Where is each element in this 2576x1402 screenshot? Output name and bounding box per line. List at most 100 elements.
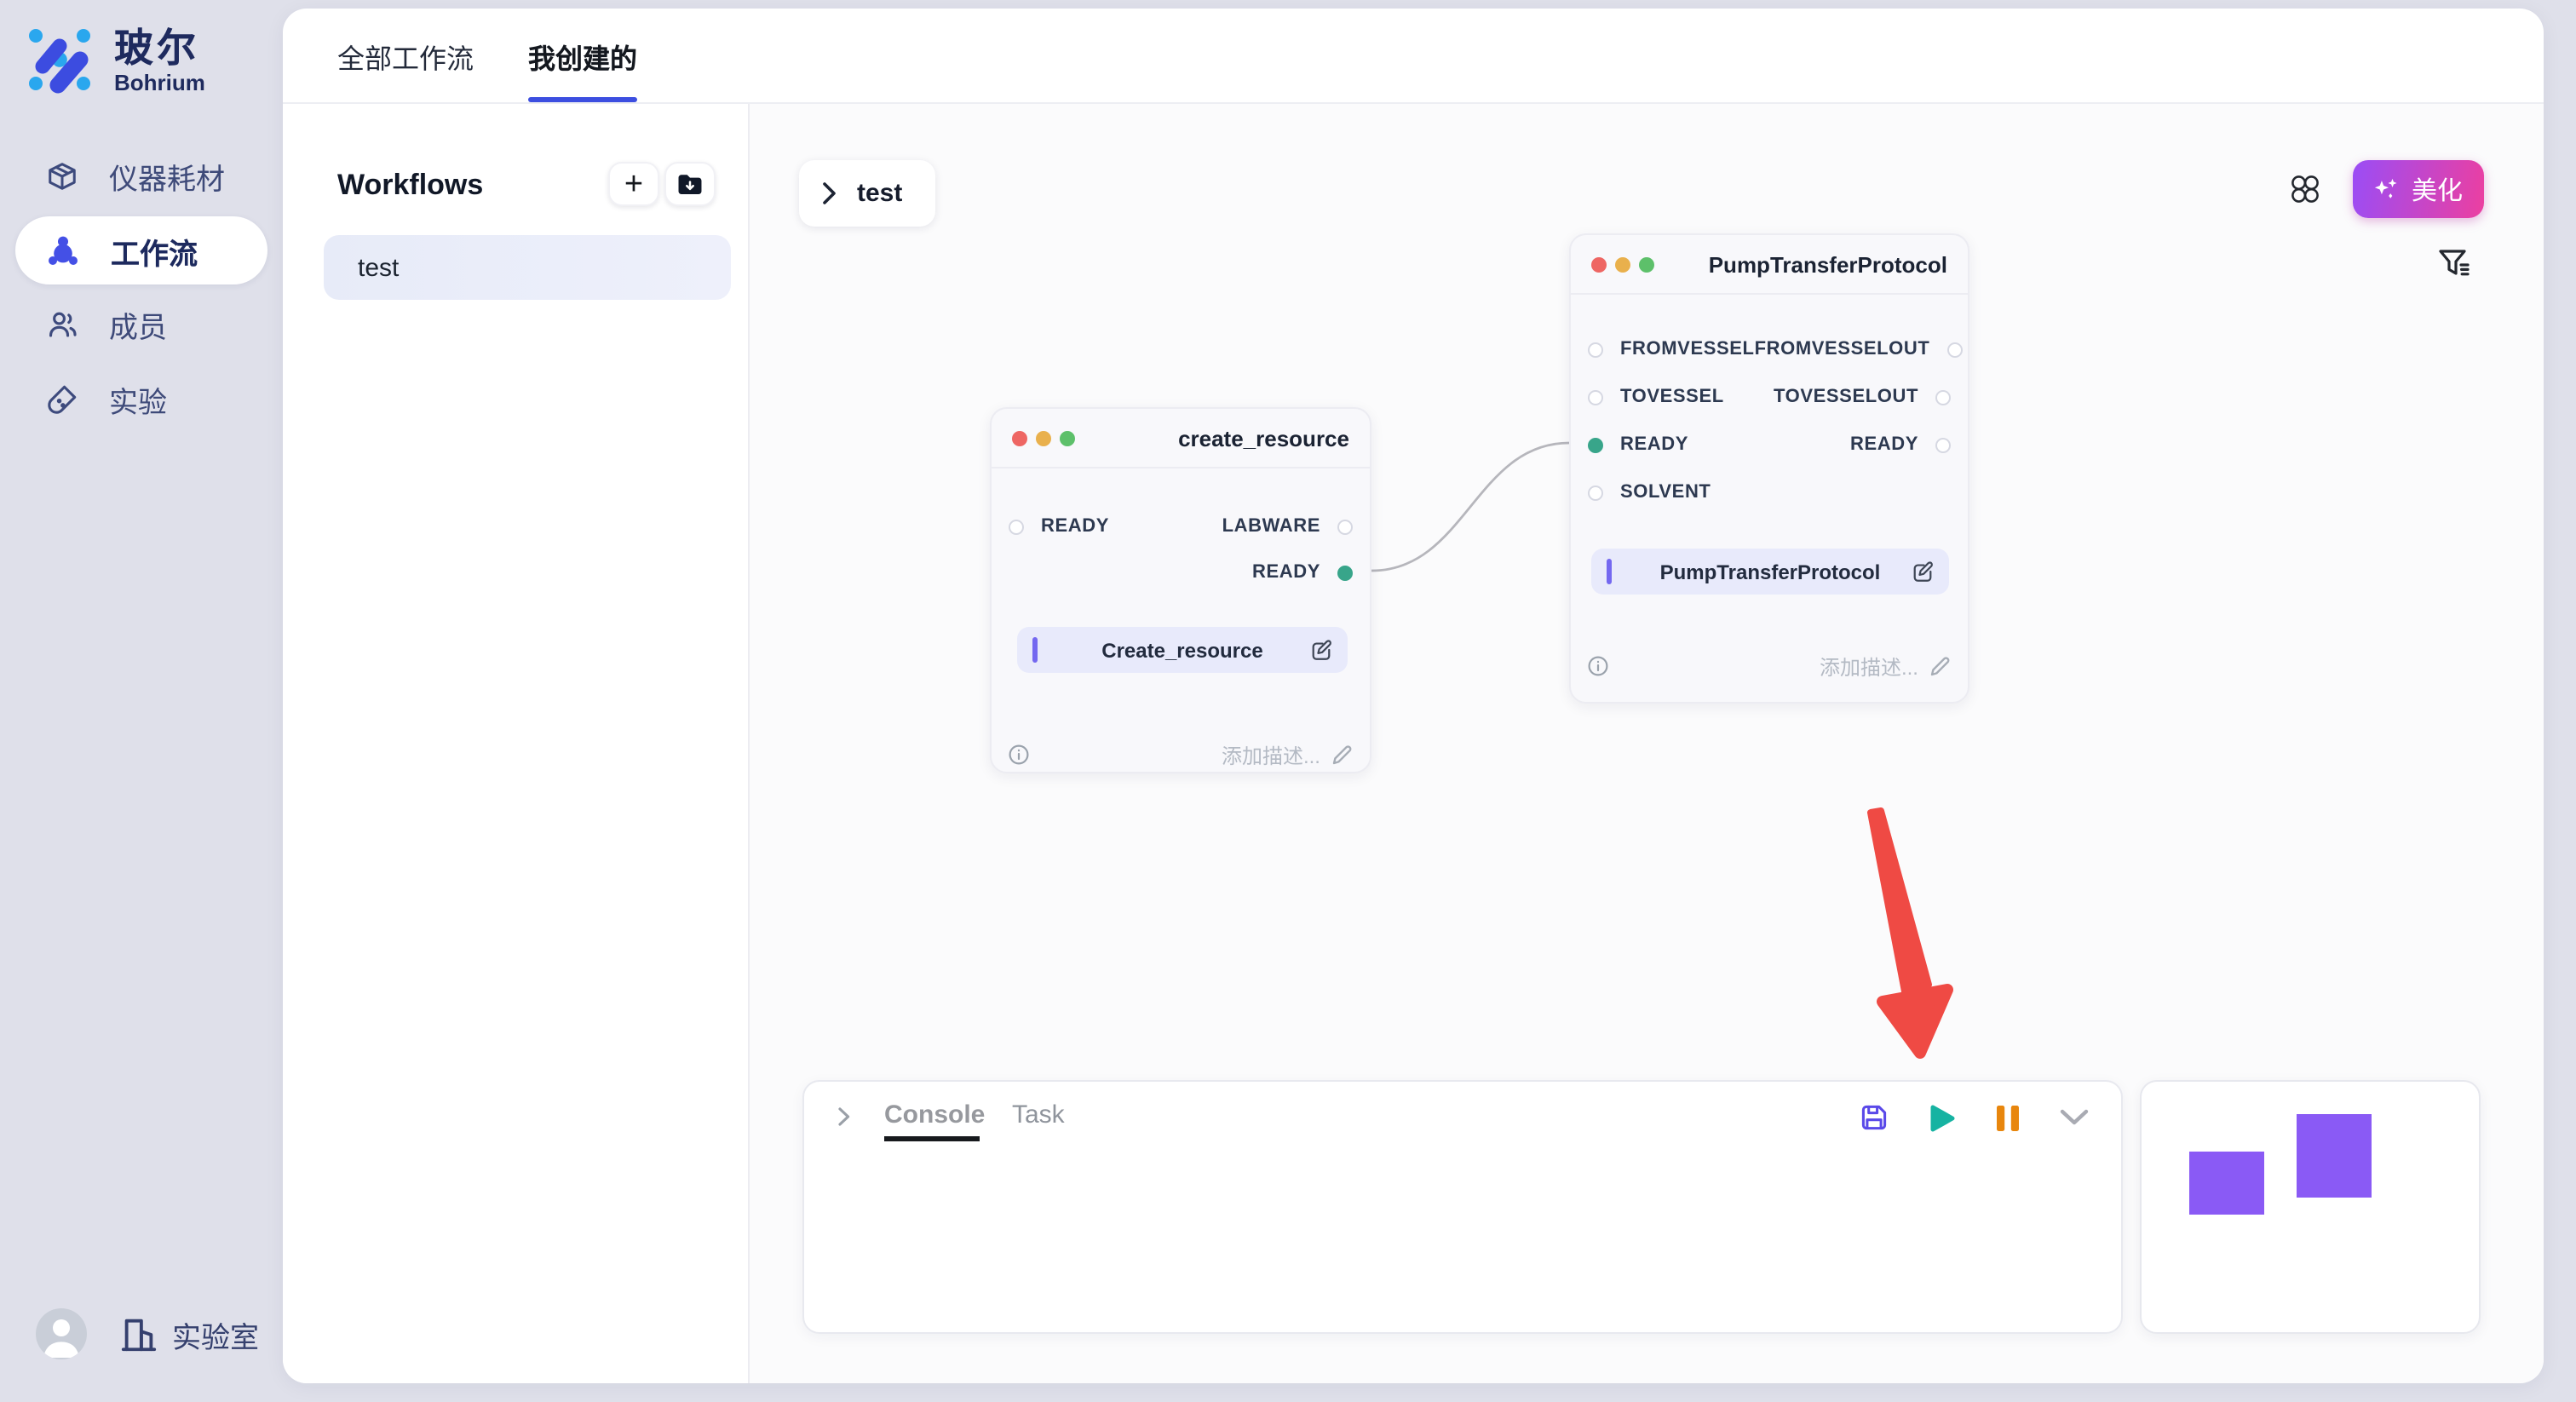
sidebar-item-label: 实验 [109,377,167,420]
beautify-button[interactable]: 美化 [2353,160,2484,218]
port-label: SOLVENT [1620,482,1711,503]
console-expand-toggle[interactable] [2060,1109,2089,1126]
edit-function-button[interactable] [1912,560,1934,583]
pencil-icon [1930,656,1951,676]
dot-yellow-icon [1036,430,1051,445]
port-label: FROMVESSEL [1620,339,1755,359]
main-panel: 全部工作流 我创建的 Workflows + test [283,9,2544,1383]
node-function-pill[interactable]: Create_resource [1017,627,1348,673]
port-label: FROMVESSELOUT [1755,339,1930,359]
text-caret [1607,559,1611,584]
edge-ready-connection [1371,443,1569,571]
input-port-ready[interactable] [1588,437,1603,452]
tab-console[interactable]: Console [884,1100,985,1129]
input-port-fromvessel[interactable] [1588,342,1603,357]
pause-icon [1995,1103,2021,1132]
dot-red-icon [1591,256,1607,272]
dot-yellow-icon [1615,256,1630,272]
building-icon [119,1314,158,1353]
sidebar: 玻尔 Bohrium 仪器耗材 工作流 [0,0,283,1402]
save-button[interactable] [1859,1102,1889,1133]
edit-function-button[interactable] [1310,639,1332,661]
chevron-right-icon [838,1107,850,1126]
filter-funnel-icon [2437,249,2470,279]
filter-button[interactable] [2429,240,2477,288]
breadcrumb[interactable]: test [799,160,935,227]
tab-all-workflows[interactable]: 全部工作流 [337,9,474,104]
sidebar-item-label: 工作流 [111,229,198,272]
pause-button[interactable] [1995,1103,2021,1132]
chevron-down-icon [2060,1109,2089,1126]
edit-description-button[interactable] [1332,744,1353,765]
console-tab-underline [884,1136,980,1141]
folder-download-icon [676,171,704,197]
console-collapse-button[interactable] [838,1107,850,1126]
workflow-list-title: Workflows [337,169,483,203]
input-port-ready[interactable] [1009,519,1024,534]
sidebar-item-experiments[interactable]: 实验 [15,365,267,433]
node-header: create_resource [992,409,1370,468]
function-name: Create_resource [1017,638,1348,662]
bohrium-logo-icon [26,26,94,94]
active-tab-underline [528,97,637,102]
save-icon [1859,1102,1889,1133]
play-icon [1929,1103,1956,1132]
traffic-dots [1591,256,1654,272]
port-label: TOVESSEL [1620,387,1724,407]
sidebar-item-members[interactable]: 成员 [15,290,267,358]
clover-icon [2290,174,2320,204]
edit-square-icon [1310,639,1332,661]
members-icon [46,307,78,340]
edit-description-button[interactable] [1930,656,1951,676]
sidebar-item-workflows[interactable]: 工作流 [15,216,267,284]
lab-switcher[interactable]: 实验室 [119,1313,259,1355]
minimap-node-pump-transfer [2297,1114,2372,1198]
team-icon [46,233,80,267]
box-icon [46,159,78,192]
sidebar-item-label: 成员 [109,302,167,345]
minimap-node-create-resource [2189,1152,2264,1215]
components-button[interactable] [2283,167,2327,211]
node-pump-transfer-protocol[interactable]: PumpTransferProtocol FROMVESSEL FROMVESS… [1569,233,1969,704]
chevron-right-icon [823,182,837,204]
add-workflow-button[interactable]: + [608,162,659,206]
workflow-list-item-test[interactable]: test [324,235,731,300]
import-folder-button[interactable] [664,162,716,206]
port-label: READY [1620,434,1688,455]
minimap[interactable] [2140,1080,2481,1334]
dot-red-icon [1012,430,1027,445]
flow-canvas[interactable]: test 美化 [750,104,2544,1383]
dot-green-icon [1639,256,1654,272]
output-port-ready[interactable] [1935,437,1951,452]
output-port-fromvesselout[interactable] [1946,342,1962,357]
node-function-pill[interactable]: PumpTransferProtocol [1591,549,1949,595]
node-info-button[interactable] [1588,656,1608,676]
port-label: LABWARE [1222,516,1320,537]
brand-name-en: Bohrium [114,70,205,95]
sparkles-icon [2374,176,2400,202]
tab-created-by-me[interactable]: 我创建的 [528,9,637,104]
sidebar-item-label: 仪器耗材 [109,154,225,197]
node-create-resource[interactable]: create_resource READY LABWARE READY [990,407,1371,773]
dot-green-icon [1060,430,1075,445]
pencil-icon [1332,744,1353,765]
output-port-ready[interactable] [1337,565,1353,580]
info-icon [1588,656,1608,676]
lab-label: 实验室 [172,1313,259,1355]
user-avatar[interactable] [36,1308,87,1359]
sidebar-item-instruments[interactable]: 仪器耗材 [15,141,267,210]
description-placeholder[interactable]: 添加描述... [1820,652,1918,681]
text-caret [1032,637,1037,663]
run-button[interactable] [1929,1103,1956,1132]
node-info-button[interactable] [1009,744,1029,765]
node-title: PumpTransferProtocol [1709,251,1947,277]
output-port-tovesselout[interactable] [1935,389,1951,405]
input-port-tovessel[interactable] [1588,389,1603,405]
output-port-labware[interactable] [1337,519,1353,534]
input-port-solvent[interactable] [1588,485,1603,500]
person-icon [36,1308,87,1359]
description-placeholder[interactable]: 添加描述... [1222,740,1320,769]
breadcrumb-label: test [857,179,902,208]
tab-task[interactable]: Task [1012,1100,1065,1129]
traffic-dots [1012,430,1075,445]
